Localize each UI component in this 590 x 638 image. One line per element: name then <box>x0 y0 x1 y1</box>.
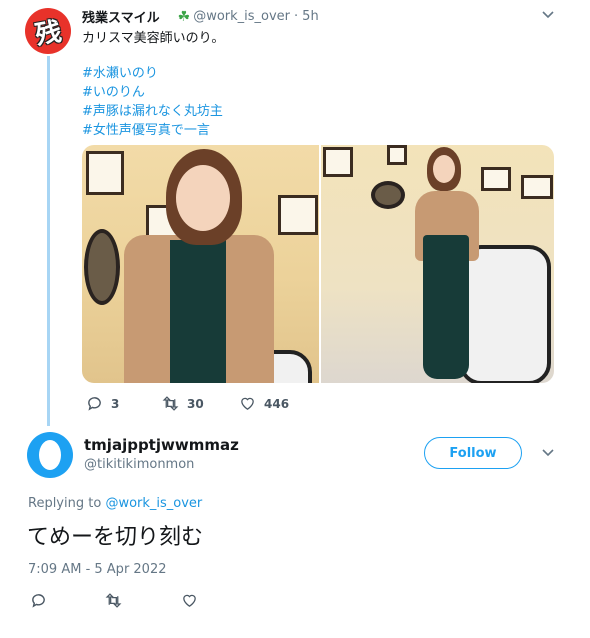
photo-left[interactable] <box>82 145 319 383</box>
person-dress <box>423 235 469 379</box>
replying-handle-link[interactable]: @work_is_over <box>105 496 202 511</box>
wall-frame <box>521 175 553 199</box>
hashtag-link[interactable]: #女性声優写真で一言 <box>82 121 223 140</box>
chevron-down-icon[interactable] <box>542 446 554 460</box>
wall-frame <box>387 145 407 165</box>
like-button[interactable]: 446 <box>239 395 289 412</box>
retweet-count: 30 <box>187 396 204 411</box>
tweet-text: カリスマ美容師いのり。 <box>82 31 225 46</box>
tweet-header: 残業スマイル ☘ @work_is_over · 5h <box>82 7 319 27</box>
reply-icon <box>32 594 45 608</box>
heart-icon <box>241 397 254 410</box>
retweet-button[interactable]: 30 <box>162 395 239 412</box>
separator-dot: · <box>294 9 299 24</box>
chevron-down-icon[interactable] <box>542 8 554 22</box>
like-button[interactable] <box>181 592 198 609</box>
tweet-timestamp[interactable]: 7:09 AM - 5 Apr 2022 <box>28 562 167 577</box>
person-face <box>176 165 230 231</box>
wall-mirror <box>84 229 120 305</box>
default-egg-avatar-icon <box>39 440 61 470</box>
reply-button[interactable] <box>30 592 105 609</box>
tweet-time[interactable]: 5h <box>302 9 319 24</box>
wall-mirror <box>371 181 405 209</box>
tweet-actions: 3 30 446 <box>86 395 289 412</box>
tweet-actions <box>30 592 198 609</box>
reply-icon <box>88 397 101 411</box>
barber-chair <box>459 245 551 383</box>
tweet-media <box>82 145 554 383</box>
avatar-logo-text: 残 <box>33 16 64 51</box>
replying-label: Replying to <box>28 496 102 511</box>
user-avatar[interactable] <box>27 432 73 478</box>
tweet-text: てめーを切り刻む <box>27 525 204 550</box>
person-face <box>433 155 455 183</box>
user-avatar[interactable]: 残 <box>25 8 71 54</box>
hashtag-link[interactable]: #声豚は漏れなく丸坊主 <box>82 102 223 121</box>
retweet-button[interactable] <box>105 592 181 609</box>
wall-frame <box>323 147 353 177</box>
retweet-icon <box>162 396 179 411</box>
retweet-icon <box>105 593 122 608</box>
photo-right[interactable] <box>321 145 554 383</box>
shamrock-icon: ☘ <box>177 8 191 25</box>
hashtag-link[interactable]: #水瀬いのり <box>82 64 223 83</box>
reply-count: 3 <box>111 396 120 411</box>
display-name[interactable]: tmjajpptjwwmmaz <box>84 436 239 454</box>
display-name[interactable]: 残業スマイル <box>82 7 160 26</box>
thread-connector-line <box>47 56 50 426</box>
user-handle[interactable]: @tikitikimonmon <box>84 457 194 472</box>
replying-to: Replying to @work_is_over <box>28 496 202 511</box>
user-handle[interactable]: @work_is_over <box>193 9 290 24</box>
reply-button[interactable]: 3 <box>86 395 162 412</box>
wall-frame <box>86 151 124 195</box>
wall-frame <box>278 195 318 235</box>
like-count: 446 <box>264 396 290 411</box>
wall-frame <box>481 167 511 191</box>
follow-button[interactable]: Follow <box>424 437 522 469</box>
person-dress <box>170 240 226 383</box>
hashtag-list: #水瀬いのり #いのりん #声豚は漏れなく丸坊主 #女性声優写真で一言 <box>82 64 223 140</box>
heart-icon <box>183 594 196 607</box>
hashtag-link[interactable]: #いのりん <box>82 83 223 102</box>
